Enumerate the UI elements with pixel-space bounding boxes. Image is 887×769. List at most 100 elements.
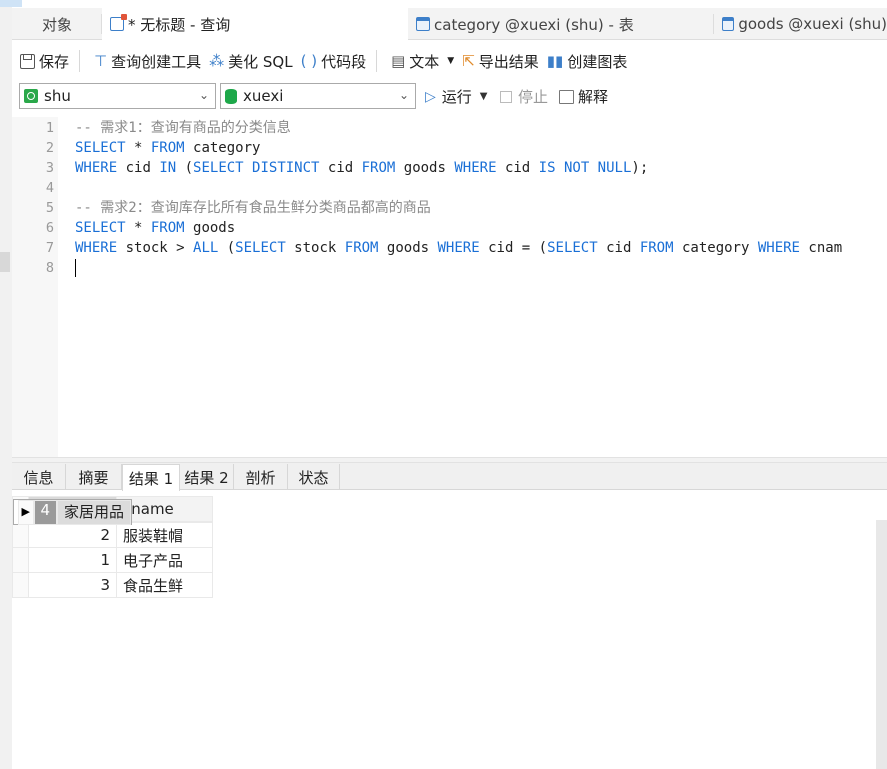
table-row[interactable]: 1 电子产品 xyxy=(12,547,213,573)
tab-label: 状态 xyxy=(298,468,329,487)
document-tab-bar: 对象 * 无标题 - 查询 category @xuexi (shu) - 表 … xyxy=(12,8,887,40)
sql-keyword: ALL xyxy=(193,240,219,256)
sql-keyword: FROM xyxy=(150,220,185,236)
sql-comment: -- 需求1：查询有商品的分类信息 xyxy=(75,120,291,136)
save-button[interactable]: 保存 xyxy=(20,51,69,72)
sql-text: cid xyxy=(597,240,640,256)
line-number: 7 xyxy=(45,240,54,256)
query-builder-button[interactable]: ⊤ 查询创建工具 xyxy=(94,51,201,72)
tab-label: 信息 xyxy=(23,468,54,487)
tab-goods-table[interactable]: goods @xuexi (shu) xyxy=(714,8,887,40)
cell-cid[interactable]: 4 xyxy=(33,499,58,525)
left-panel-accent xyxy=(0,0,22,7)
connection-select[interactable]: shu ⌄ xyxy=(19,83,216,109)
create-chart-button[interactable]: ▮▮ 创建图表 xyxy=(547,51,628,72)
row-indicator[interactable] xyxy=(12,522,29,548)
cell-cname[interactable]: 食品生鲜 xyxy=(116,572,213,598)
tab-result-1[interactable]: 结果 1 xyxy=(122,464,180,491)
tab-info[interactable]: 信息 xyxy=(12,464,66,490)
sql-keyword: SELECT DISTINCT xyxy=(193,160,320,176)
chevron-down-icon: ⌄ xyxy=(198,88,209,102)
connection-bar: shu ⌄ xuexi ⌄ ▷ 运行 ▼ 停止 解释 xyxy=(12,80,887,112)
sql-text: ( xyxy=(218,240,236,256)
tab-category-table[interactable]: category @xuexi (shu) - 表 xyxy=(408,8,714,40)
cell-cname[interactable]: 电子产品 xyxy=(116,547,213,573)
vertical-scrollbar[interactable] xyxy=(876,520,887,769)
cell-cname[interactable]: 服装鞋帽 xyxy=(116,522,213,548)
beautify-label: 美化 SQL xyxy=(228,52,293,71)
tab-profile[interactable]: 剖析 xyxy=(234,464,288,490)
stop-button[interactable]: 停止 xyxy=(500,86,548,107)
dropdown-arrow-icon[interactable]: ▼ xyxy=(480,91,488,102)
query-icon xyxy=(110,14,127,31)
database-value: xuexi xyxy=(243,87,284,105)
cell-cname[interactable]: 家居用品 xyxy=(57,499,132,525)
save-label: 保存 xyxy=(39,52,70,71)
table-row[interactable]: ▶ 4 家居用品 xyxy=(12,499,133,525)
database-select[interactable]: xuexi ⌄ xyxy=(220,83,416,109)
query-editor-window: 对象 * 无标题 - 查询 category @xuexi (shu) - 表 … xyxy=(0,0,887,769)
line-number: 6 xyxy=(45,220,54,236)
text-label: 文本 xyxy=(409,52,440,71)
play-icon: ▷ xyxy=(425,88,436,105)
cell-cid[interactable]: 2 xyxy=(28,522,117,548)
sql-text: * xyxy=(125,220,151,236)
sql-keyword: WHERE xyxy=(437,240,480,256)
result-grid[interactable]: cid cname ▶ 4 家居用品 2 服装鞋帽 1 电子 xyxy=(12,496,213,598)
cell-cid[interactable]: 3 xyxy=(28,572,117,598)
tab-result-2[interactable]: 结果 2 xyxy=(180,464,234,490)
code-line[interactable]: -- 需求1：查询有商品的分类信息 xyxy=(75,118,291,138)
line-number: 2 xyxy=(45,140,54,156)
table-icon xyxy=(722,17,735,31)
sql-text: ( xyxy=(176,160,194,176)
sql-text: cid xyxy=(117,160,160,176)
sql-text: cid xyxy=(319,160,362,176)
sql-keyword: FROM xyxy=(639,240,674,256)
tab-label: category @xuexi (shu) - 表 xyxy=(434,15,634,34)
code-line[interactable]: WHERE cid IN (SELECT DISTINCT cid FROM g… xyxy=(75,158,648,178)
tab-objects[interactable]: 对象 xyxy=(12,8,102,40)
sql-keyword: WHERE xyxy=(75,160,118,176)
code-line[interactable]: -- 需求2：查询库存比所有食品生鲜分类商品都高的商品 xyxy=(75,198,431,218)
tab-summary[interactable]: 摘要 xyxy=(66,464,122,490)
table-row[interactable]: 2 服装鞋帽 xyxy=(12,522,213,548)
snippet-label: 代码段 xyxy=(321,52,367,71)
row-indicator[interactable]: ▶ xyxy=(17,499,34,525)
left-panel-splitter-handle[interactable] xyxy=(0,252,10,272)
export-results-button[interactable]: ⇱ 导出结果 xyxy=(462,51,539,72)
sql-text: category xyxy=(673,240,758,256)
explain-button[interactable]: 解释 xyxy=(559,86,608,107)
line-number: 8 xyxy=(45,260,54,276)
sql-text: goods xyxy=(184,220,236,236)
sql-text: cid xyxy=(496,160,539,176)
export-label: 导出结果 xyxy=(478,52,539,71)
sql-text: stock xyxy=(285,240,345,256)
code-line[interactable]: SELECT * FROM goods xyxy=(75,218,235,238)
row-indicator[interactable] xyxy=(12,547,29,573)
sql-keyword: WHERE xyxy=(454,160,497,176)
sql-editor[interactable]: 1 2 3 4 5 6 7 8 -- 需求1：查询有商品的分类信息 SELECT * FROM … xyxy=(12,117,887,457)
sql-text: category xyxy=(184,140,261,156)
sql-keyword: SELECT xyxy=(75,140,126,156)
tab-untitled-query[interactable]: * 无标题 - 查询 xyxy=(102,8,408,40)
sql-keyword: SELECT xyxy=(547,240,598,256)
run-button[interactable]: ▷ 运行 ▼ xyxy=(425,86,488,107)
code-line[interactable]: WHERE stock > ALL (SELECT stock FROM goo… xyxy=(75,238,842,258)
run-label: 运行 xyxy=(441,88,472,106)
table-row[interactable]: 3 食品生鲜 xyxy=(12,572,213,598)
sql-keyword: FROM xyxy=(344,240,379,256)
tab-status[interactable]: 状态 xyxy=(288,464,340,490)
bar-chart-icon: ▮▮ xyxy=(546,52,564,70)
code-line[interactable]: SELECT * FROM category xyxy=(75,138,260,158)
cell-cid[interactable]: 1 xyxy=(28,547,117,573)
code-snippet-button[interactable]: ( ) 代码段 xyxy=(301,51,367,72)
table-icon xyxy=(416,17,430,31)
query-builder-label: 查询创建工具 xyxy=(111,52,202,71)
document-icon: ▤ xyxy=(391,52,406,70)
text-mode-button[interactable]: ▤ 文本 ▼ xyxy=(391,51,454,72)
sql-text: ); xyxy=(631,160,649,176)
row-indicator[interactable] xyxy=(12,572,29,598)
beautify-sql-button[interactable]: ⁂ 美化 SQL xyxy=(209,51,292,72)
line-number: 1 xyxy=(45,120,54,136)
query-builder-icon: ⊤ xyxy=(94,52,108,70)
